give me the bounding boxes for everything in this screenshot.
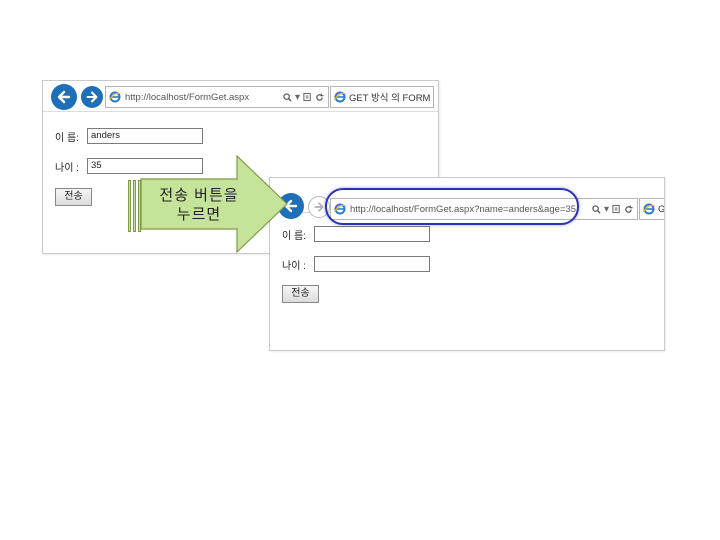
address-bar[interactable]: http://localhost/FormGet.aspx ▾ (105, 86, 329, 108)
refresh-icon[interactable] (315, 92, 324, 102)
age-label: 나이 : (55, 162, 79, 174)
tab-title: GET 방식 의 FORM (349, 93, 431, 104)
search-icon[interactable] (283, 92, 292, 102)
browser-tab[interactable]: GET 방식 의 FORM (330, 86, 434, 108)
compatibility-view-icon[interactable] (303, 92, 312, 102)
callout-line-1: 전송 버튼을 (159, 187, 239, 204)
ie-logo-icon (334, 91, 346, 103)
submit-button[interactable]: 전송 (55, 188, 92, 206)
back-arrow-icon (57, 90, 71, 104)
chevron-down-icon[interactable]: ▾ (604, 204, 609, 215)
tab-title: G (658, 204, 664, 215)
forward-button[interactable] (81, 86, 103, 108)
name-row: 이 름: (282, 226, 430, 242)
url-highlight-ring (325, 188, 579, 225)
browser-tab[interactable]: G (639, 198, 664, 220)
browser-toolbar: http://localhost/FormGet.aspx ▾ GET 방식 의… (43, 81, 438, 112)
name-label: 이 름: (55, 132, 79, 144)
name-input[interactable]: anders (87, 128, 203, 144)
refresh-icon[interactable] (624, 204, 633, 214)
compatibility-view-icon[interactable] (612, 204, 621, 214)
search-icon[interactable] (592, 204, 601, 214)
callout-text: 전송 버튼을 누르면 (143, 186, 255, 224)
submit-button[interactable]: 전송 (282, 285, 319, 303)
name-input[interactable] (314, 226, 430, 242)
forward-arrow-icon (86, 91, 98, 103)
age-input[interactable] (314, 256, 430, 272)
address-url: http://localhost/FormGet.aspx (125, 91, 250, 103)
chevron-down-icon[interactable]: ▾ (295, 92, 300, 103)
ie-logo-icon (109, 91, 121, 103)
age-label: 나이 : (282, 260, 306, 272)
ie-logo-icon (643, 203, 655, 215)
name-row: 이 름: anders (55, 128, 203, 144)
callout-line-2: 누르면 (176, 206, 222, 223)
back-button[interactable] (51, 84, 77, 110)
forward-arrow-icon (314, 202, 324, 212)
age-row: 나이 : (282, 256, 430, 272)
